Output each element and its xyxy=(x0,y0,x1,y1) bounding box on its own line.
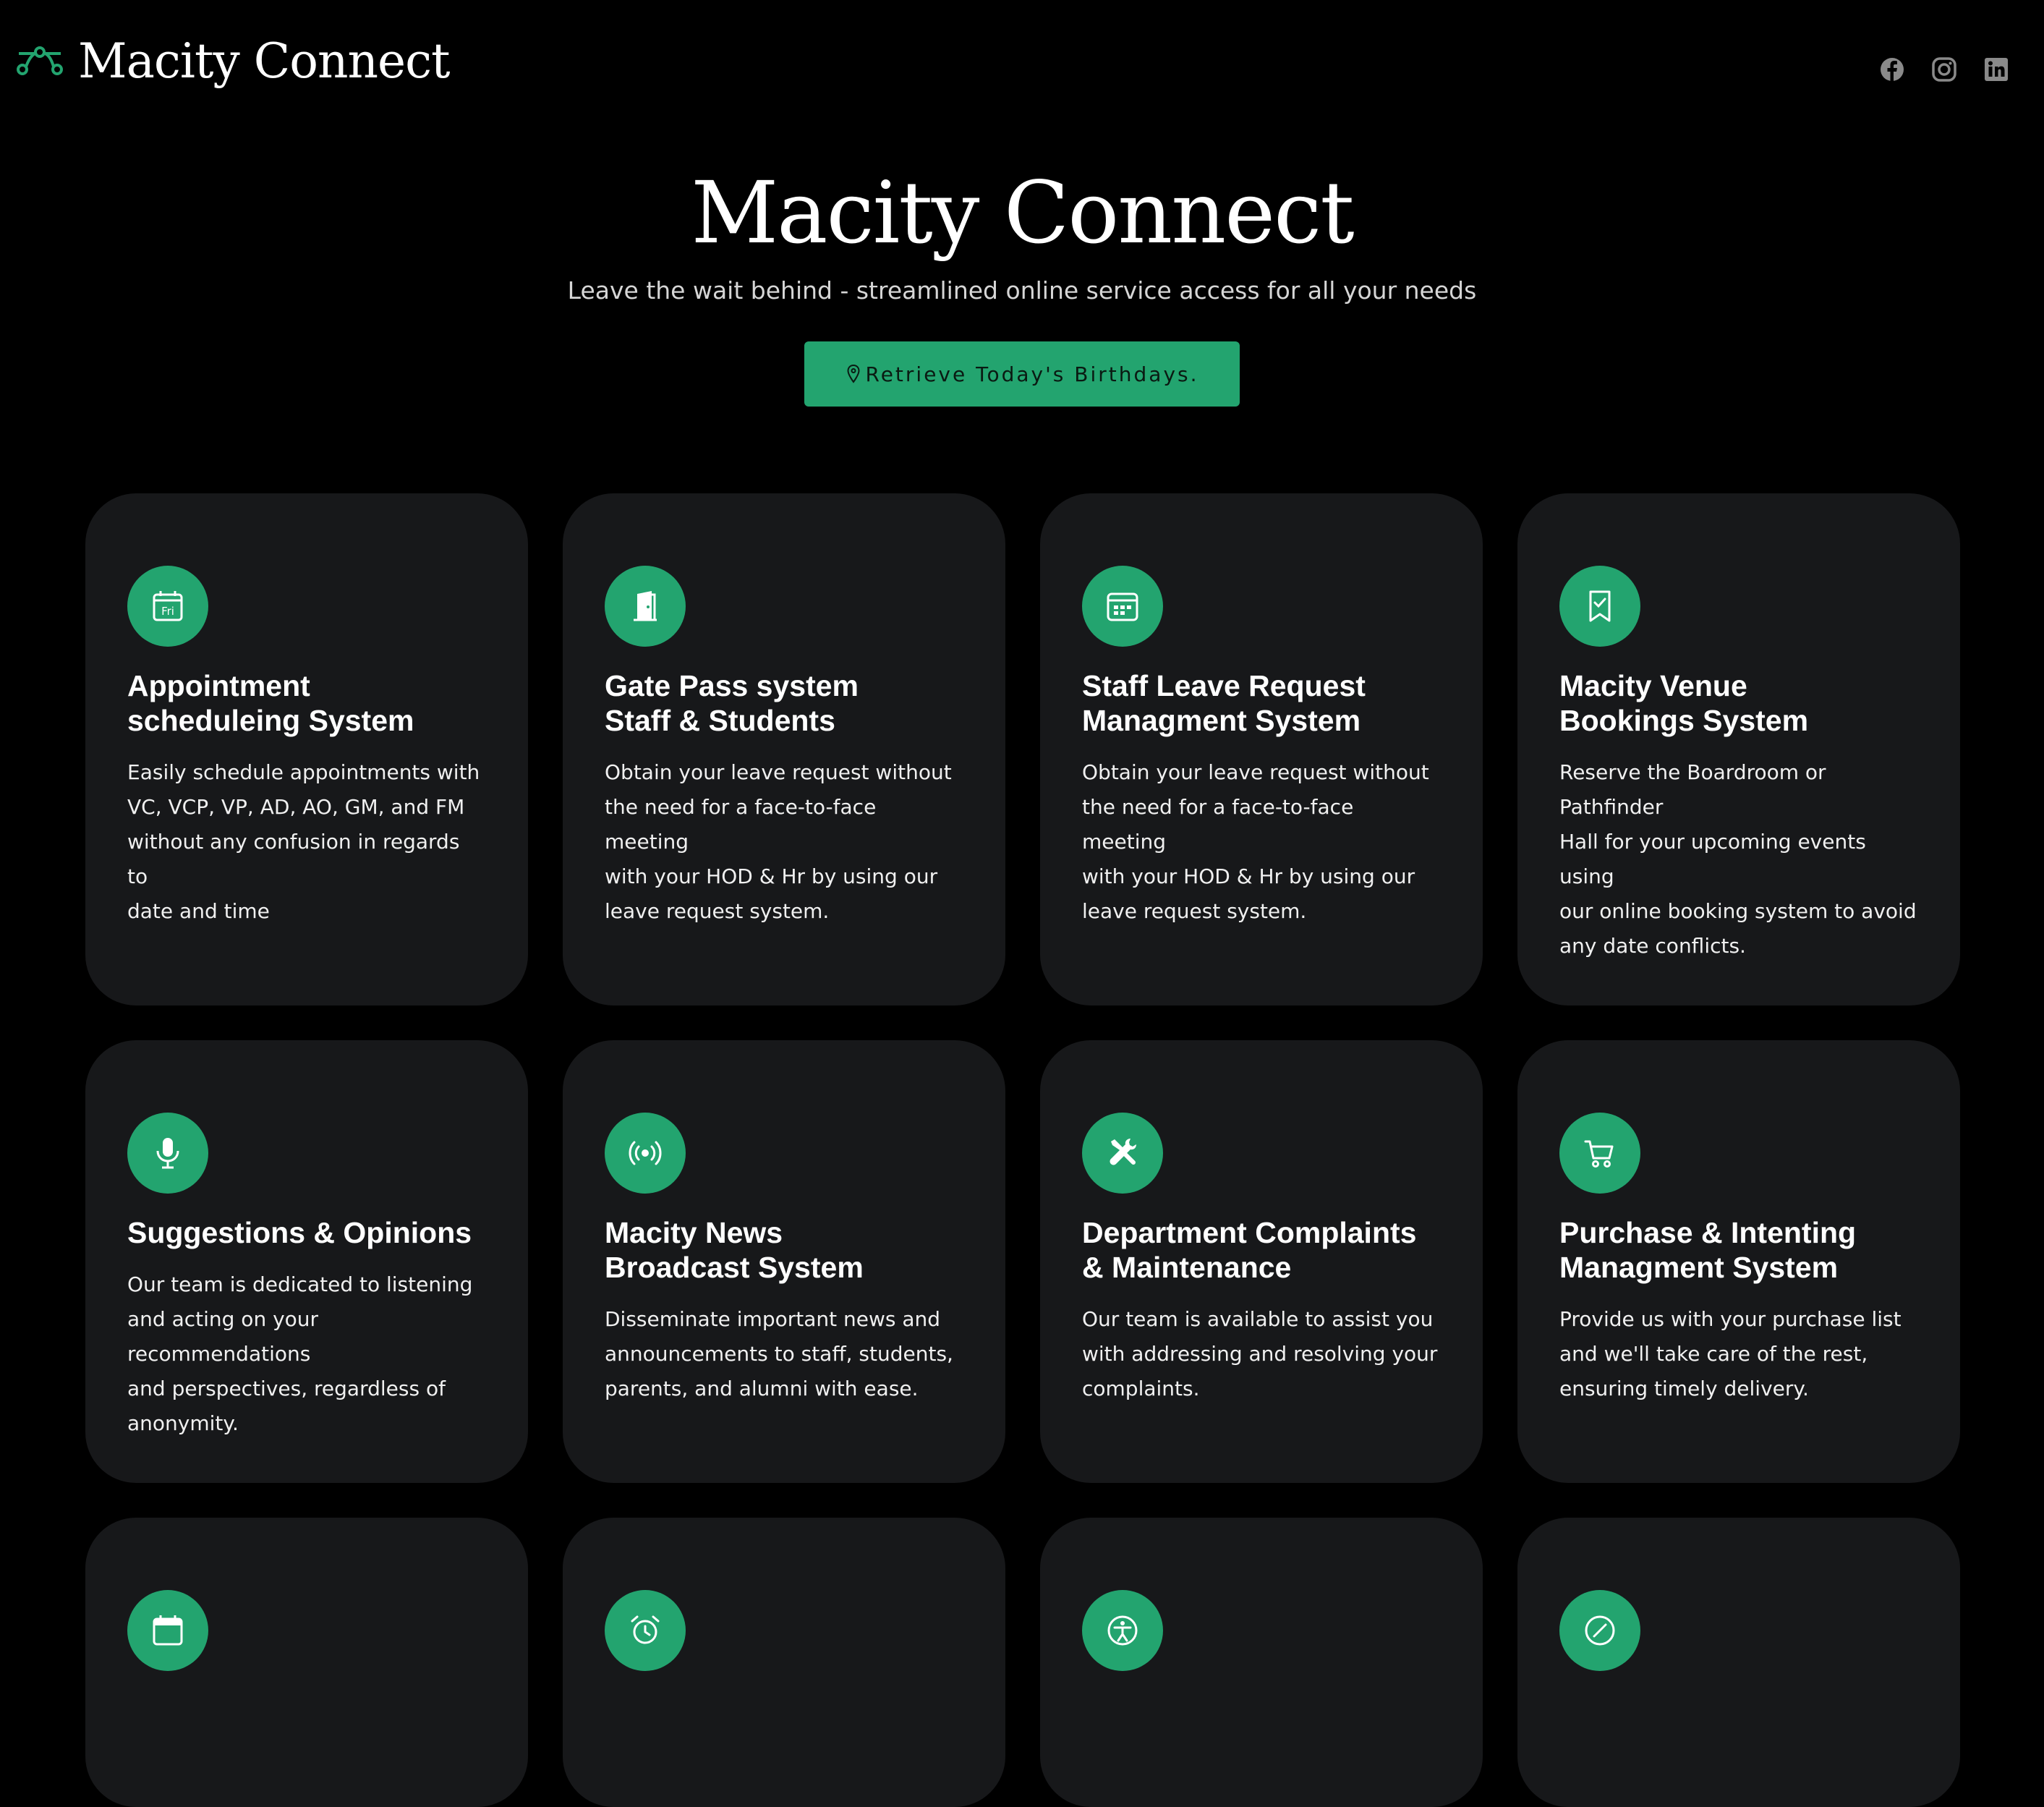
calendar-fri-icon: Fri xyxy=(153,591,183,621)
card-row3-accessibility[interactable] xyxy=(1040,1518,1483,1807)
card-title: Purchase & Intenting Managment System xyxy=(1559,1216,1857,1284)
hero-subtitle: Leave the wait behind - streamlined onli… xyxy=(567,276,1477,305)
card-description: Our team is available to assist you with… xyxy=(1082,1307,1438,1400)
svg-text:Fri: Fri xyxy=(161,605,174,618)
card-suggestions-opinions[interactable]: Suggestions & Opinions Our team is dedic… xyxy=(85,1040,528,1483)
path-nodes-icon xyxy=(17,46,63,75)
shopping-cart-icon xyxy=(1584,1140,1614,1168)
linkedin-icon[interactable] xyxy=(1983,56,2009,82)
door-icon xyxy=(634,591,657,621)
card-title: Staff Leave Request Managment System xyxy=(1082,669,1366,737)
card-row3-compass[interactable] xyxy=(1517,1518,1960,1807)
card-description: Provide us with your purchase list and w… xyxy=(1559,1307,1902,1400)
card-department-complaints[interactable]: Department Complaints & Maintenance Our … xyxy=(1040,1040,1483,1483)
card-title: Gate Pass system Staff & Students xyxy=(605,669,859,737)
card-row3-calendar[interactable] xyxy=(85,1518,528,1807)
card-title: Macity News Broadcast System xyxy=(605,1216,864,1284)
card-venue-bookings[interactable]: Macity Venue Bookings System Reserve the… xyxy=(1517,493,1960,1005)
social-links xyxy=(1879,56,2009,82)
card-appointment-scheduling[interactable]: Fri Appointment scheduleing System Easil… xyxy=(85,493,528,1005)
card-title: Department Complaints & Maintenance xyxy=(1082,1216,1417,1284)
top-bar: Macity Connect xyxy=(0,0,2044,145)
tools-icon xyxy=(1110,1139,1136,1165)
microphone-icon xyxy=(156,1138,179,1169)
alarm-clock-icon xyxy=(631,1615,660,1644)
card-title: Macity Venue Bookings System xyxy=(1559,669,1809,737)
card-description: Easily schedule appointments with VC, VC… xyxy=(127,760,480,923)
brand-name: Macity Connect xyxy=(78,33,451,89)
brand[interactable]: Macity Connect xyxy=(16,33,451,89)
bookmark-check-icon xyxy=(1589,590,1611,622)
instagram-icon[interactable] xyxy=(1931,56,1957,82)
card-description: Obtain your leave request without the ne… xyxy=(1082,760,1429,923)
card-title: Suggestions & Opinions xyxy=(127,1216,472,1249)
calendar-blank-icon xyxy=(153,1615,183,1646)
hero: Macity Connect Leave the wait behind - s… xyxy=(0,166,2044,305)
card-description: Disseminate important news and announcem… xyxy=(605,1307,953,1400)
card-description: Our team is dedicated to listening and a… xyxy=(127,1272,473,1435)
map-pin-icon xyxy=(846,364,860,383)
services-grid: Fri Appointment scheduleing System Easil… xyxy=(85,493,1960,1807)
card-title: Appointment scheduleing System xyxy=(127,669,414,737)
page-title: Macity Connect xyxy=(691,163,1354,263)
card-staff-leave-request[interactable]: Staff Leave Request Managment System Obt… xyxy=(1040,493,1483,1005)
card-row3-alarm[interactable] xyxy=(563,1518,1005,1807)
accessibility-icon xyxy=(1107,1615,1138,1646)
card-news-broadcast[interactable]: Macity News Broadcast System Disseminate… xyxy=(563,1040,1005,1483)
compass-icon xyxy=(1585,1615,1615,1646)
card-purchase-intenting[interactable]: Purchase & Intenting Managment System Pr… xyxy=(1517,1040,1960,1483)
card-description: Obtain your leave request without the ne… xyxy=(605,760,952,923)
card-description: Reserve the Boardroom or Pathfinder Hall… xyxy=(1559,760,1917,958)
calendar-icon xyxy=(1107,592,1138,621)
broadcast-icon xyxy=(629,1141,662,1165)
retrieve-birthdays-button[interactable]: Retrieve Today's Birthdays. xyxy=(804,341,1240,407)
cta-label: Retrieve Today's Birthdays. xyxy=(865,362,1199,386)
card-gate-pass[interactable]: Gate Pass system Staff & Students Obtain… xyxy=(563,493,1005,1005)
facebook-icon[interactable] xyxy=(1879,56,1905,82)
